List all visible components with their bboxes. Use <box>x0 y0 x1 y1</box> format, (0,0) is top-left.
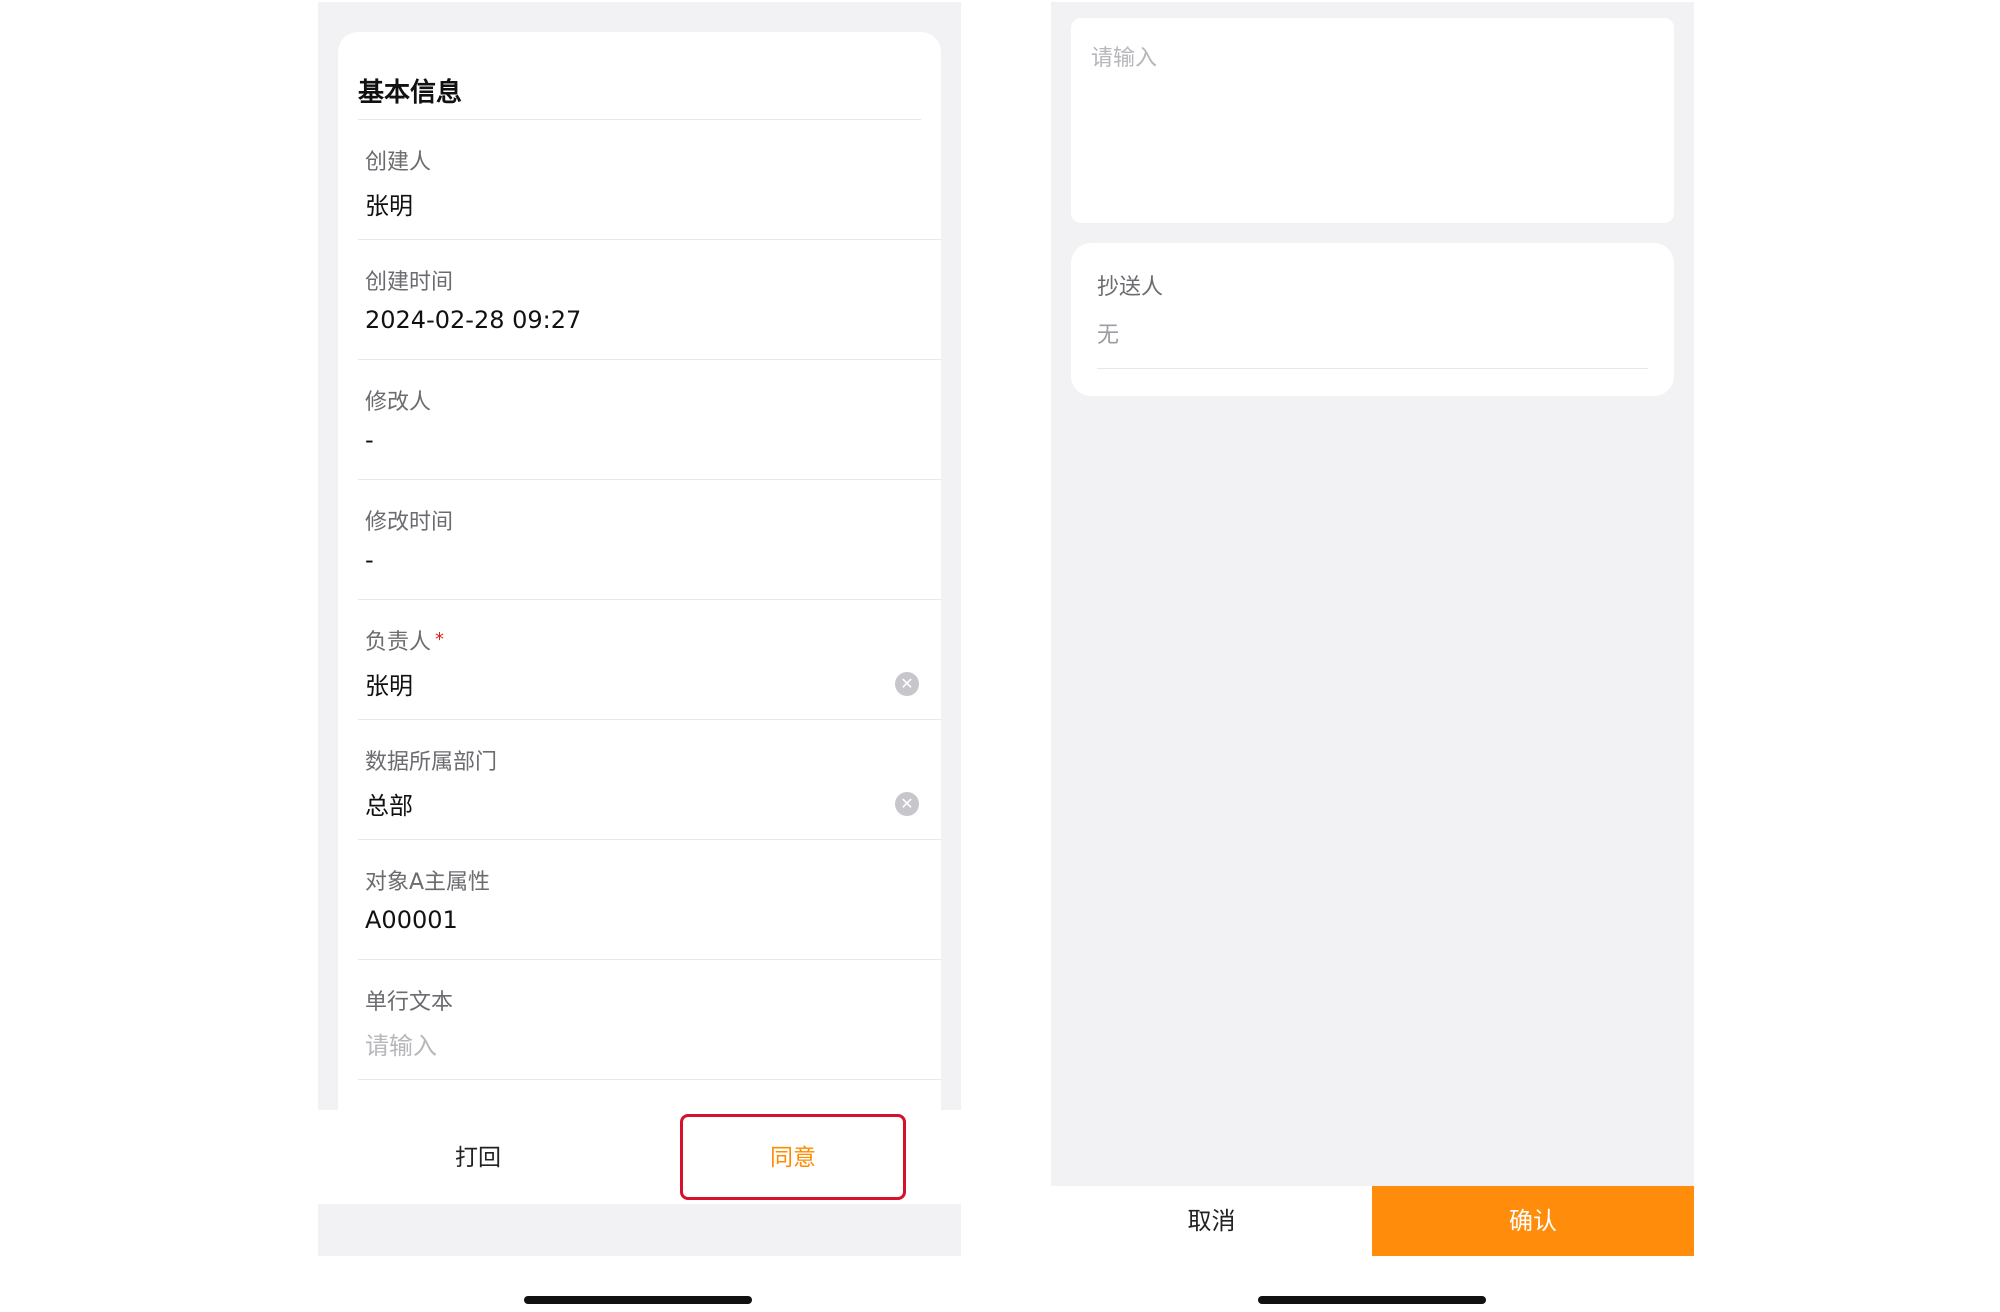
field-label-text: 创建时间 <box>365 270 454 295</box>
field-list: 创建人 张明 创建时间 2024-02-28 09:27 修改人 - 修改时间 - 负责人 * 张明… <box>338 120 941 1112</box>
cancel-button[interactable]: 取消 <box>1051 1186 1372 1256</box>
field-value: - <box>365 426 374 454</box>
form-field: 对象A主属性 A00001 <box>358 840 941 960</box>
field-value: A00001 <box>365 906 458 934</box>
field-label: 创建人 <box>365 144 431 176</box>
field-label: 修改人 <box>365 384 431 416</box>
field-label: 数据所属部门 <box>365 744 497 776</box>
field-label-text: 负责人 <box>365 630 432 655</box>
comment-placeholder: 请输入 <box>1091 46 1158 71</box>
field-label-text: 修改时间 <box>365 510 454 535</box>
right-screen: 请输入 抄送人 无 取消 确认 <box>1051 2 1694 1256</box>
home-indicator <box>1258 1296 1486 1304</box>
form-field[interactable]: 单行文本 请输入 <box>358 960 941 1080</box>
field-label: 修改时间 <box>365 504 453 536</box>
form-field: 创建时间 2024-02-28 09:27 <box>358 240 941 360</box>
form-field[interactable]: 数据所属部门 总部 ✕ <box>358 720 941 840</box>
field-label: 对象A主属性 <box>365 864 490 896</box>
field-input[interactable]: 请输入 <box>365 1026 437 1061</box>
comment-textarea[interactable]: 请输入 <box>1071 18 1674 223</box>
home-indicator <box>524 1296 752 1304</box>
field-label-text: 对象A主属性 <box>365 870 491 895</box>
basic-info-card: 基本信息 创建人 张明 创建时间 2024-02-28 09:27 修改人 - 修改时间 - 负… <box>338 32 941 1112</box>
reject-button[interactable]: 打回 <box>318 1110 638 1204</box>
approval-action-bar: 打回 同意 <box>318 1110 961 1204</box>
form-field: 创建人 张明 <box>358 120 941 240</box>
field-value: 张明 <box>365 192 413 220</box>
cc-label: 抄送人 <box>1097 275 1164 300</box>
clear-icon[interactable]: ✕ <box>895 672 919 696</box>
cc-card[interactable]: 抄送人 无 <box>1071 243 1674 396</box>
field-label: 负责人 * <box>365 624 444 656</box>
cc-value: 无 <box>1097 323 1120 348</box>
clear-icon[interactable]: ✕ <box>895 792 919 816</box>
confirm-button[interactable]: 确认 <box>1372 1186 1694 1256</box>
field-value: 张明 <box>365 672 413 700</box>
section-title: 基本信息 <box>358 78 463 108</box>
field-value: - <box>365 546 374 574</box>
agree-button[interactable]: 同意 <box>680 1114 906 1200</box>
field-label: 创建时间 <box>365 264 453 296</box>
form-field: 修改人 - <box>358 360 941 480</box>
left-screen: 基本信息 创建人 张明 创建时间 2024-02-28 09:27 修改人 - 修改时间 - 负… <box>318 2 961 1256</box>
field-label: 单行文本 <box>365 984 453 1016</box>
form-field-partial <box>358 1080 941 1112</box>
field-label-text: 单行文本 <box>365 990 454 1015</box>
field-value: 总部 <box>365 792 413 820</box>
form-field: 修改时间 - <box>358 480 941 600</box>
required-mark: * <box>435 629 445 650</box>
field-label-text: 数据所属部门 <box>365 750 498 775</box>
form-field[interactable]: 负责人 * 张明 ✕ <box>358 600 941 720</box>
field-label-text: 修改人 <box>365 390 432 415</box>
confirm-action-bar: 取消 确认 <box>1051 1186 1694 1256</box>
field-label-text: 创建人 <box>365 150 432 175</box>
cc-divider <box>1097 368 1648 369</box>
field-value: 2024-02-28 09:27 <box>365 306 582 334</box>
